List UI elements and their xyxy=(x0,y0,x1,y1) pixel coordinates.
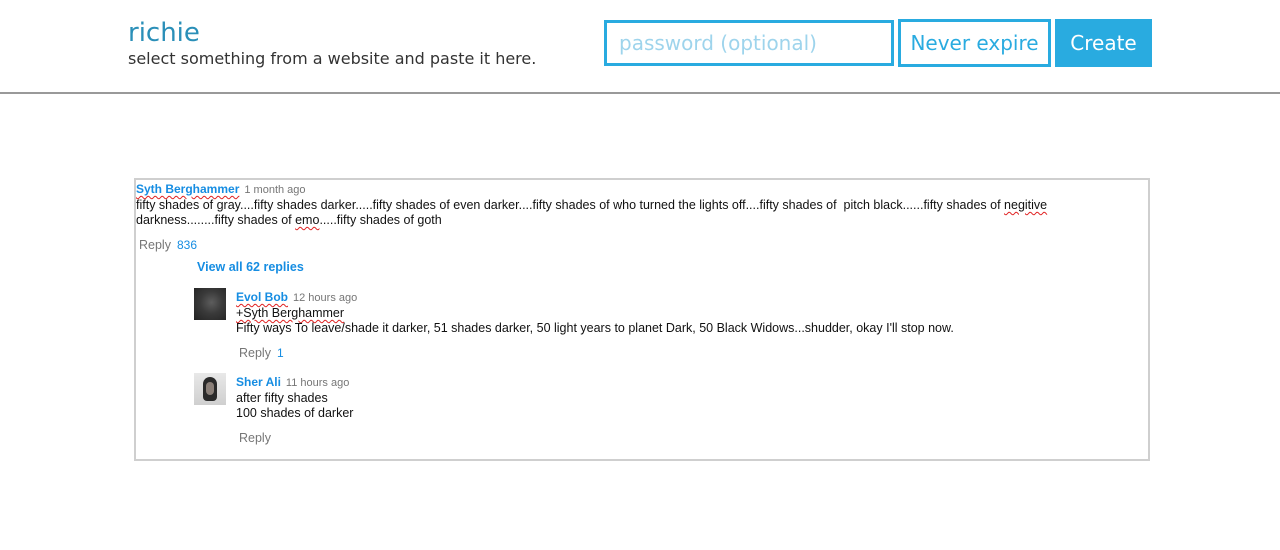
reply-actions: Reply 1 xyxy=(239,344,284,362)
comment-author[interactable]: Syth Berghammer xyxy=(136,182,239,196)
reply-button[interactable]: Reply xyxy=(239,431,271,445)
reply-mention: +Syth Berghammer xyxy=(236,306,345,320)
avatar[interactable] xyxy=(194,373,226,405)
expiry-button[interactable]: Never expire xyxy=(898,19,1051,67)
reply-text: after fifty shades 100 shades of darker xyxy=(236,391,1136,421)
reply-header: Evol Bob 12 hours ago xyxy=(236,288,357,306)
comment-actions: Reply 836 xyxy=(139,236,197,254)
view-all-replies-link[interactable]: View all 62 replies xyxy=(197,260,304,274)
comment-text: fifty shades of gray....fifty shades dar… xyxy=(136,198,1048,227)
reply-time: 11 hours ago xyxy=(285,377,350,389)
header-bar: richie select something from a website a… xyxy=(0,0,1280,94)
comment-time: 1 month ago xyxy=(244,184,306,196)
reply-text: +Syth Berghammer Fifty ways To leave/sha… xyxy=(236,306,1136,336)
avatar[interactable] xyxy=(194,288,226,320)
reply-author[interactable]: Sher Ali xyxy=(236,375,281,389)
password-input[interactable] xyxy=(604,20,894,66)
reply-button[interactable]: Reply xyxy=(139,238,171,252)
like-count: 836 xyxy=(176,238,197,252)
create-button[interactable]: Create xyxy=(1055,19,1152,67)
reply-button[interactable]: Reply xyxy=(239,346,271,360)
reply-line: after fifty shades xyxy=(236,391,328,405)
reply-body: Fifty ways To leave/shade it darker, 51 … xyxy=(236,321,954,335)
like-count: 1 xyxy=(276,346,284,360)
reply-line: 100 shades of darker xyxy=(236,406,354,420)
reply-time: 12 hours ago xyxy=(293,292,358,304)
reply-header: Sher Ali 11 hours ago xyxy=(236,373,349,391)
site-subtitle: select something from a website and past… xyxy=(128,49,537,68)
site-title: richie xyxy=(128,18,200,48)
reply-author[interactable]: Evol Bob xyxy=(236,290,288,304)
comment-header: Syth Berghammer 1 month ago xyxy=(136,180,306,198)
reply-actions: Reply xyxy=(239,429,271,447)
